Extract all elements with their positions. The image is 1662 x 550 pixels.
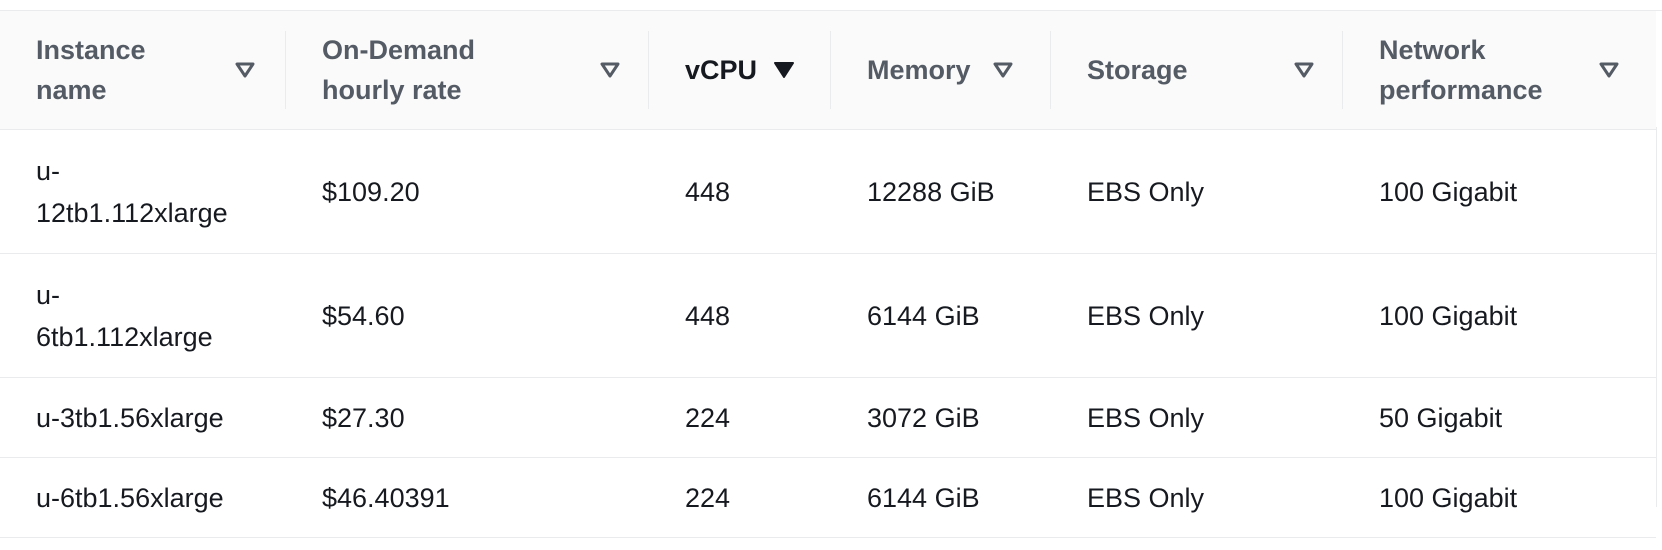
sort-caret-down-icon[interactable] (599, 60, 621, 80)
column-header-on-demand-hourly-rate[interactable]: On-Demand hourly rate (286, 11, 649, 130)
table-body: u- 12tb1.112xlarge $109.20 448 12288 GiB… (0, 129, 1656, 538)
cell-hourly-rate: $46.40391 (286, 457, 649, 538)
cell-instance-name: u- 12tb1.112xlarge (0, 129, 286, 254)
cell-instance-name: u-3tb1.56xlarge (0, 377, 286, 458)
instance-pricing-panel: Instance name On-Demand hourly rate vCPU (0, 0, 1662, 550)
table-row[interactable]: u- 6tb1.112xlarge $54.60 448 6144 GiB EB… (0, 253, 1656, 378)
column-header-storage[interactable]: Storage (1051, 11, 1343, 130)
instance-pricing-table: Instance name On-Demand hourly rate vCPU (0, 11, 1656, 538)
cell-hourly-rate: $54.60 (286, 253, 649, 378)
column-header-label: On-Demand hourly rate (322, 35, 476, 105)
column-header-label: Network performance (1379, 35, 1543, 105)
column-header-label: vCPU (685, 55, 758, 85)
panel-top-edge (0, 0, 1662, 11)
cell-vcpu: 448 (649, 253, 831, 378)
column-header-vcpu[interactable]: vCPU (649, 11, 831, 130)
column-header-label: Storage (1087, 55, 1188, 85)
cell-storage: EBS Only (1051, 129, 1343, 254)
column-header-instance-name[interactable]: Instance name (0, 11, 286, 130)
column-header-memory[interactable]: Memory (831, 11, 1051, 130)
header-row: Instance name On-Demand hourly rate vCPU (0, 11, 1656, 130)
cell-storage: EBS Only (1051, 457, 1343, 538)
cell-vcpu: 224 (649, 457, 831, 538)
table-row[interactable]: u-6tb1.56xlarge $46.40391 224 6144 GiB E… (0, 457, 1656, 538)
sort-caret-down-icon[interactable] (1598, 60, 1620, 80)
cell-network-performance: 100 Gigabit (1343, 129, 1656, 254)
cell-storage: EBS Only (1051, 377, 1343, 458)
column-header-label: Memory (867, 55, 971, 85)
sort-caret-down-icon[interactable] (234, 60, 256, 80)
table-row[interactable]: u- 12tb1.112xlarge $109.20 448 12288 GiB… (0, 129, 1656, 254)
sort-caret-down-icon[interactable] (1293, 60, 1315, 80)
cell-memory: 6144 GiB (831, 253, 1051, 378)
cell-memory: 12288 GiB (831, 129, 1051, 254)
column-header-label: Instance name (36, 35, 146, 105)
column-header-network-performance[interactable]: Network performance (1343, 11, 1656, 130)
cell-hourly-rate: $27.30 (286, 377, 649, 458)
cell-vcpu: 224 (649, 377, 831, 458)
cell-storage: EBS Only (1051, 253, 1343, 378)
cell-instance-name: u-6tb1.56xlarge (0, 457, 286, 538)
cell-memory: 6144 GiB (831, 457, 1051, 538)
table-right-border (1656, 127, 1657, 507)
cell-network-performance: 100 Gigabit (1343, 457, 1656, 538)
cell-memory: 3072 GiB (831, 377, 1051, 458)
table-row[interactable]: u-3tb1.56xlarge $27.30 224 3072 GiB EBS … (0, 377, 1656, 458)
cell-instance-name: u- 6tb1.112xlarge (0, 253, 286, 378)
cell-network-performance: 100 Gigabit (1343, 253, 1656, 378)
cell-vcpu: 448 (649, 129, 831, 254)
table-header: Instance name On-Demand hourly rate vCPU (0, 11, 1656, 130)
sort-caret-down-icon[interactable] (992, 60, 1014, 80)
cell-hourly-rate: $109.20 (286, 129, 649, 254)
cell-network-performance: 50 Gigabit (1343, 377, 1656, 458)
sort-caret-down-filled-icon[interactable] (773, 60, 795, 80)
